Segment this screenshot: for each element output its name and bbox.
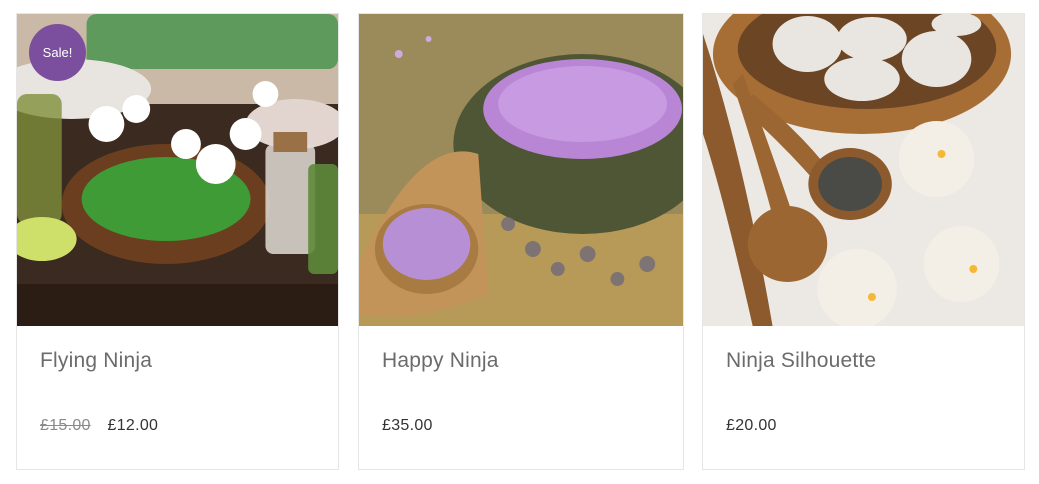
price: £35.00 xyxy=(382,417,433,434)
product-price: £20.00 xyxy=(726,417,777,435)
product-card-flying-ninja[interactable]: Sale! Flying Ninja £15.00 £12.00 xyxy=(16,13,339,470)
product-price: £35.00 xyxy=(382,417,433,435)
product-title[interactable]: Flying Ninja xyxy=(40,349,152,373)
price: £20.00 xyxy=(726,417,777,434)
sale-badge: Sale! xyxy=(29,24,86,81)
product-image[interactable] xyxy=(703,14,1024,326)
product-title[interactable]: Happy Ninja xyxy=(382,349,499,373)
product-image[interactable] xyxy=(359,14,683,326)
product-grid: Sale! Flying Ninja £15.00 £12.00 Happy N… xyxy=(16,13,1025,470)
product-card-ninja-silhouette[interactable]: Ninja Silhouette £20.00 xyxy=(702,13,1025,470)
sale-price: £12.00 xyxy=(107,417,159,434)
product-price: £15.00 £12.00 xyxy=(40,417,158,435)
product-card-happy-ninja[interactable]: Happy Ninja £35.00 xyxy=(358,13,684,470)
product-title[interactable]: Ninja Silhouette xyxy=(726,349,876,373)
original-price: £15.00 xyxy=(40,417,91,434)
